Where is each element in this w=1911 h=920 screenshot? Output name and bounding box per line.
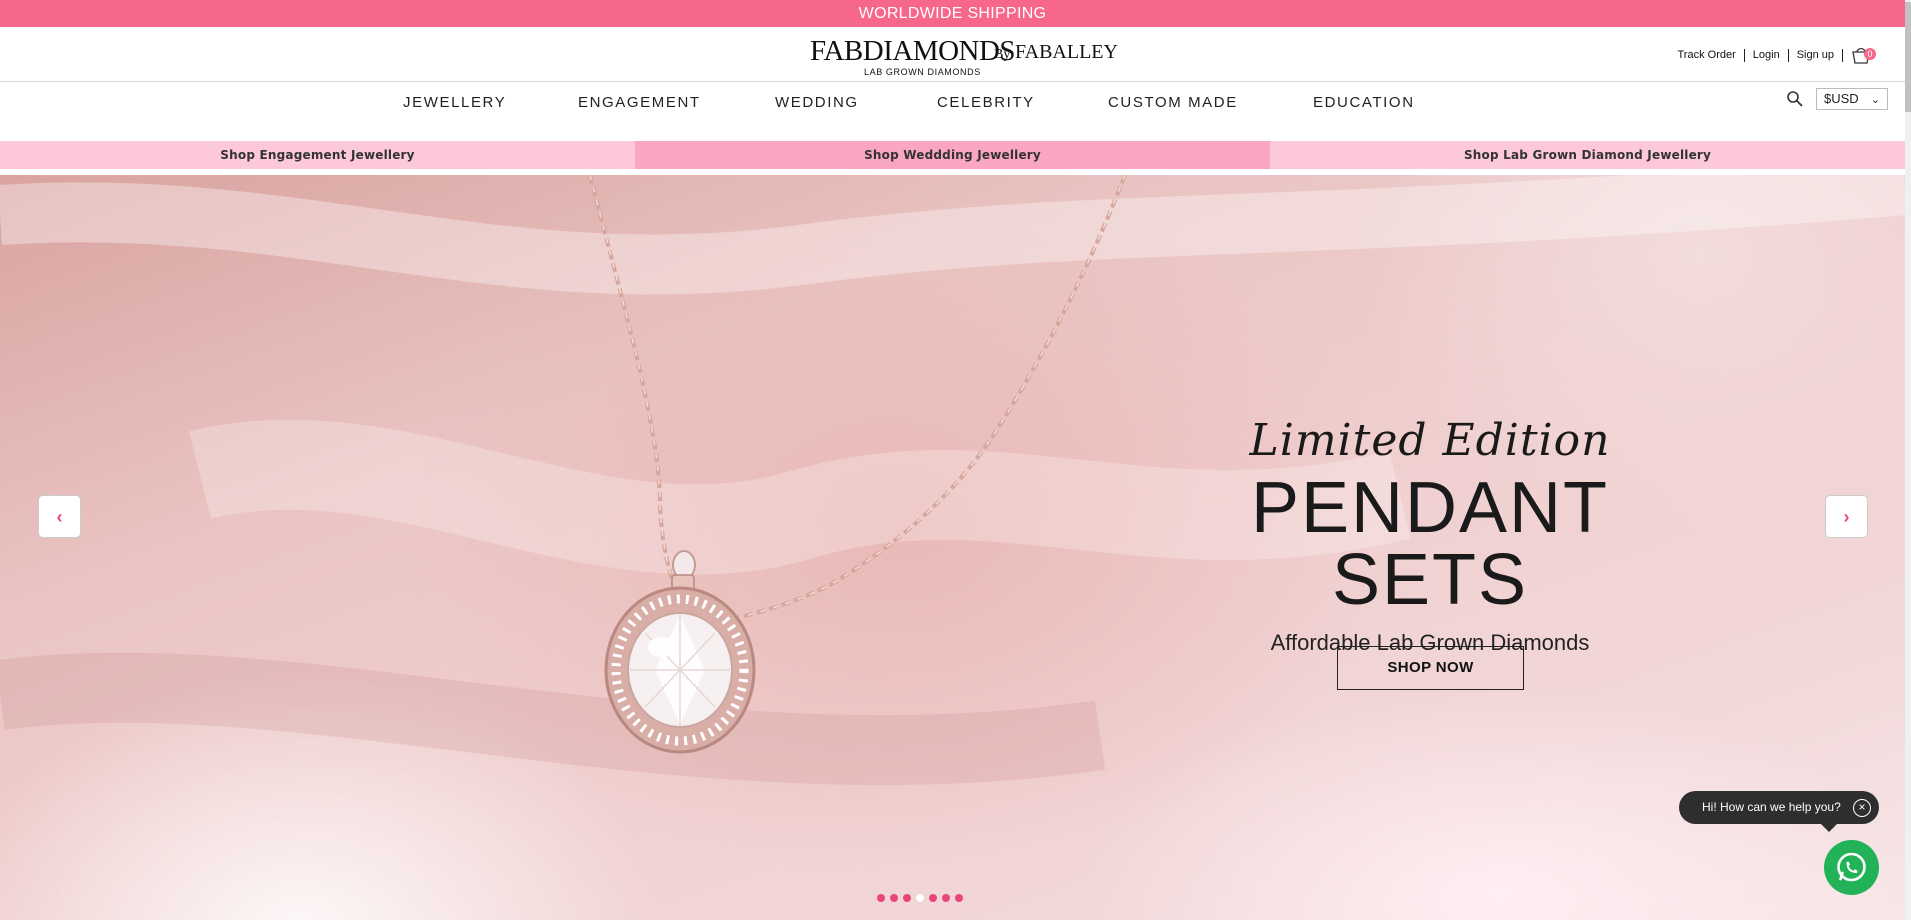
login-link[interactable]: Login: [1745, 48, 1789, 62]
logo-by-text: By: [994, 47, 1011, 62]
track-order-link[interactable]: Track Order: [1670, 48, 1745, 62]
shop-category-bar: Shop Engagement Jewellery Shop Weddding …: [0, 141, 1905, 169]
chevron-left-icon: ‹: [56, 507, 63, 527]
carousel-next-button[interactable]: ›: [1825, 495, 1868, 538]
subnav-wedding[interactable]: Shop Weddding Jewellery: [635, 141, 1270, 169]
carousel-dot[interactable]: [890, 894, 898, 902]
subnav-engagement[interactable]: Shop Engagement Jewellery: [0, 141, 635, 169]
chevron-down-icon: ⌄: [1870, 94, 1880, 106]
nav-item-custom-made[interactable]: CUSTOM MADE: [1108, 94, 1238, 111]
hero-carousel: Limited Edition PENDANT SETS Affordable …: [0, 175, 1905, 920]
shop-now-button[interactable]: SHOP NOW: [1337, 646, 1524, 690]
subnav-lab-grown[interactable]: Shop Lab Grown Diamond Jewellery: [1270, 141, 1905, 169]
cart-count-badge: 0: [1864, 48, 1876, 60]
scrollbar-thumb[interactable]: [1905, 2, 1911, 112]
whatsapp-icon: [1837, 852, 1866, 882]
hero-text-block: Limited Edition PENDANT SETS Affordable …: [1190, 415, 1670, 656]
hero-script-title: Limited Edition: [1249, 415, 1611, 466]
nav-item-celebrity[interactable]: CELEBRITY: [937, 94, 1035, 111]
site-header: FABDIAMONDS By FABALLEY LAB GROWN DIAMON…: [0, 27, 1905, 82]
nav-item-jewellery[interactable]: JEWELLERY: [403, 94, 506, 111]
carousel-dot[interactable]: [942, 894, 950, 902]
carousel-dot[interactable]: [929, 894, 937, 902]
chat-prompt-text: Hi! How can we help you?: [1702, 800, 1841, 814]
logo-main-text: FABDIAMONDS: [810, 35, 1016, 67]
whatsapp-chat-button[interactable]: [1824, 840, 1879, 895]
page-scrollbar[interactable]: [1905, 0, 1911, 920]
logo-partner-text: FABALLEY: [1015, 41, 1118, 63]
shipping-banner: WORLDWIDE SHIPPING: [0, 0, 1905, 27]
carousel-prev-button[interactable]: ‹: [38, 495, 81, 538]
currency-select[interactable]: $USD ⌄: [1816, 88, 1888, 110]
cart-button[interactable]: 0: [1851, 46, 1876, 64]
carousel-dot[interactable]: [877, 894, 885, 902]
carousel-dot[interactable]: [903, 894, 911, 902]
chevron-right-icon: ›: [1843, 507, 1850, 527]
nav-item-engagement[interactable]: ENGAGEMENT: [578, 94, 701, 111]
search-icon: [1787, 91, 1803, 107]
carousel-dot[interactable]: [955, 894, 963, 902]
currency-value: $USD: [1824, 91, 1859, 106]
nav-item-wedding[interactable]: WEDDING: [775, 94, 859, 111]
account-links: Track Order Login Sign up 0: [1670, 46, 1876, 64]
close-icon[interactable]: ×: [1853, 799, 1871, 817]
logo-tagline: LAB GROWN DIAMONDS: [864, 67, 981, 77]
carousel-dots: [877, 894, 963, 902]
site-logo[interactable]: FABDIAMONDS By FABALLEY LAB GROWN DIAMON…: [810, 35, 1118, 77]
nav-item-education[interactable]: EDUCATION: [1313, 94, 1415, 111]
main-nav: JEWELLERY ENGAGEMENT WEDDING CELEBRITY C…: [0, 82, 1905, 140]
carousel-dot-active[interactable]: [916, 894, 924, 902]
hero-title: PENDANT SETS: [1250, 468, 1610, 620]
shipping-banner-text: WORLDWIDE SHIPPING: [858, 5, 1047, 22]
signup-link[interactable]: Sign up: [1789, 48, 1843, 62]
chat-prompt-bubble[interactable]: Hi! How can we help you? ×: [1679, 791, 1879, 832]
search-button[interactable]: [1786, 90, 1806, 110]
